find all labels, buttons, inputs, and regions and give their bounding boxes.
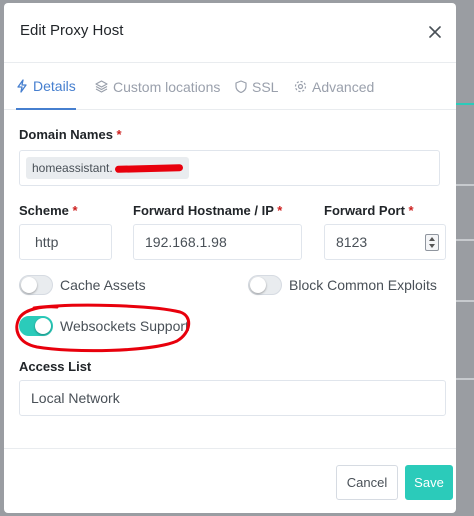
tab-ssl[interactable]: SSL (235, 63, 278, 110)
websockets-support-toggle[interactable]: Websockets Support (19, 316, 189, 336)
domain-names-input[interactable]: homeassistant. (19, 150, 440, 186)
required-mark: * (408, 203, 414, 218)
required-mark: * (72, 203, 78, 218)
forward-hostname-input[interactable]: 192.168.1.98 (133, 224, 302, 260)
domain-tag-text: homeassistant. (32, 161, 113, 175)
forward-hostname-label: Forward Hostname / IP * (133, 203, 282, 218)
gear-icon (294, 80, 307, 93)
toggle-switch[interactable] (19, 275, 53, 295)
cancel-button[interactable]: Cancel (336, 465, 398, 500)
redaction-mark (114, 163, 183, 173)
websockets-support-label: Websockets Support (60, 318, 189, 334)
backdrop-divider (456, 378, 474, 380)
close-button[interactable] (424, 21, 446, 43)
save-button[interactable]: Save (405, 465, 453, 500)
required-mark: * (277, 203, 283, 218)
scheme-label-text: Scheme (19, 203, 69, 218)
chevron-up-icon (429, 236, 435, 241)
domain-names-label: Domain Names * (19, 127, 122, 142)
scheme-select[interactable]: http (19, 224, 112, 260)
scheme-label: Scheme * (19, 203, 78, 218)
tab-label: Advanced (312, 78, 375, 95)
cache-assets-label: Cache Assets (60, 277, 146, 293)
modal-footer: Cancel Save (4, 448, 456, 513)
tab-bar: Details Custom locations SSL Advanced (4, 63, 456, 110)
chevron-down-icon (429, 244, 435, 249)
forward-port-label-text: Forward Port (324, 203, 405, 218)
tab-label: Details (33, 77, 76, 94)
backdrop-divider (456, 300, 474, 302)
backdrop-divider (456, 239, 474, 241)
shield-icon (235, 80, 247, 93)
toggle-switch[interactable] (248, 275, 282, 295)
tab-details[interactable]: Details (16, 63, 76, 110)
toggle-knob (250, 277, 266, 293)
toggle-knob (21, 277, 37, 293)
access-list-value: Local Network (31, 390, 120, 406)
tab-advanced[interactable]: Advanced (294, 63, 374, 110)
forward-port-label: Forward Port * (324, 203, 414, 218)
tab-label: Custom locations (113, 78, 221, 95)
modal-header: Edit Proxy Host (4, 3, 456, 63)
scheme-value: http (35, 234, 59, 250)
forward-port-value: 8123 (336, 234, 368, 250)
layers-icon (95, 80, 108, 93)
required-mark: * (116, 127, 122, 142)
lightning-icon (17, 78, 27, 93)
close-icon (429, 26, 441, 38)
modal-title: Edit Proxy Host (20, 22, 124, 39)
backdrop-divider (456, 184, 474, 186)
toggle-switch[interactable] (19, 316, 53, 336)
tab-custom-locations[interactable]: Custom locations (95, 63, 220, 110)
tab-label: SSL (252, 78, 279, 95)
block-common-exploits-toggle[interactable]: Block Common Exploits (248, 275, 437, 295)
block-common-exploits-label: Block Common Exploits (289, 277, 437, 293)
forward-hostname-value: 192.168.1.98 (145, 234, 227, 250)
port-stepper[interactable] (425, 234, 439, 251)
access-list-select[interactable]: Local Network (19, 380, 446, 416)
cache-assets-toggle[interactable]: Cache Assets (19, 275, 146, 295)
forward-hostname-label-text: Forward Hostname / IP (133, 203, 274, 218)
domain-names-label-text: Domain Names (19, 127, 113, 142)
access-list-label: Access List (19, 359, 92, 374)
domain-tag[interactable]: homeassistant. (26, 157, 189, 179)
edit-proxy-host-modal: Edit Proxy Host Details Custom locations (4, 3, 456, 513)
backdrop-accent-strip (456, 103, 474, 105)
forward-port-input[interactable]: 8123 (324, 224, 446, 260)
toggle-knob (35, 318, 51, 334)
